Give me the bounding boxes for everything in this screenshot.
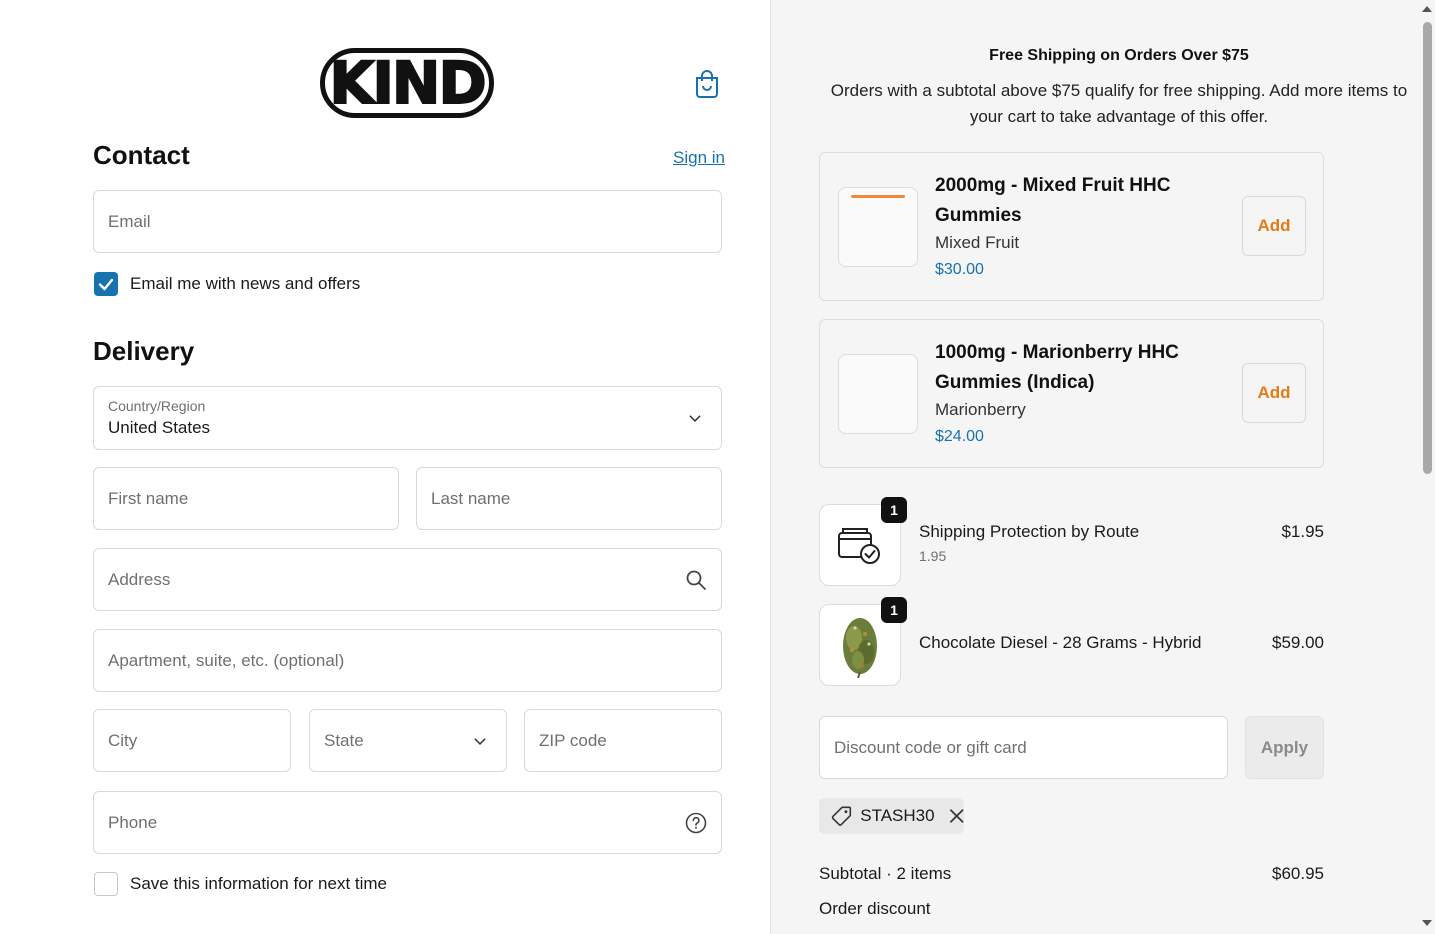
scrollbar[interactable] <box>1419 0 1435 934</box>
cannabis-bud-image <box>843 618 877 679</box>
tag-icon <box>831 806 852 826</box>
save-info-checkbox[interactable] <box>94 872 118 896</box>
package-check-icon <box>838 528 880 564</box>
save-info-label[interactable]: Save this information for next time <box>130 874 387 894</box>
upsell-card: 1000mg - Marionberry HHC Gummies (Indica… <box>819 319 1324 468</box>
subtotal-label: Subtotal · 2 items <box>819 864 952 883</box>
discount-placeholder: Discount code or gift card <box>834 737 1027 757</box>
subtotal-value: $60.95 <box>1272 864 1324 883</box>
chevron-down-icon <box>689 415 701 422</box>
zip-placeholder: ZIP code <box>539 730 607 750</box>
quantity-badge: 1 <box>881 597 907 623</box>
promo-description: Orders with a subtotal above $75 qualify… <box>830 81 1408 126</box>
upsell-product-image <box>838 354 918 434</box>
apply-discount-button[interactable]: Apply <box>1245 716 1324 779</box>
city-placeholder: City <box>108 730 138 750</box>
country-select[interactable]: Country/Region United States <box>93 386 722 450</box>
subtotal-row: Subtotal · 2 items $60.95 <box>819 864 1324 884</box>
scroll-down-arrow[interactable] <box>1422 920 1432 926</box>
upsell-product-price: $30.00 <box>935 261 984 278</box>
contact-heading: Contact <box>93 140 190 170</box>
line-item: 1 Chocolate Diesel - 28 Grams - Hybrid $… <box>819 597 1324 686</box>
add-upsell-button[interactable]: Add <box>1242 363 1306 423</box>
scrollbar-thumb[interactable] <box>1423 22 1432 474</box>
upsell-card: 2000mg - Mixed Fruit HHC Gummies Mixed F… <box>819 152 1324 301</box>
last-name-field[interactable]: Last name <box>416 467 722 530</box>
upsell-product-price: $24.00 <box>935 428 984 445</box>
applied-discount-code: STASH30 <box>860 806 935 825</box>
scroll-up-arrow[interactable] <box>1422 6 1432 12</box>
checkmark-icon <box>98 278 114 291</box>
line-item-price: $59.00 <box>1272 633 1324 652</box>
order-discount-row: Order discount <box>819 899 1324 919</box>
line-item-name: Shipping Protection by Route <box>919 522 1140 541</box>
zip-field[interactable]: ZIP code <box>524 709 722 772</box>
address-placeholder: Address <box>108 569 171 589</box>
state-select[interactable]: State <box>309 709 507 772</box>
upsell-product-image <box>838 187 918 267</box>
country-label: Country/Region <box>108 398 206 414</box>
first-name-placeholder: First name <box>108 488 189 508</box>
upsell-product-variant: Marionberry <box>935 400 1026 419</box>
first-name-field[interactable]: First name <box>93 467 399 530</box>
upsell-product-name: 1000mg - Marionberry HHC Gummies (Indica… <box>935 342 1179 393</box>
line-item-name: Chocolate Diesel - 28 Grams - Hybrid <box>919 633 1202 652</box>
shopping-bag-icon[interactable] <box>694 70 720 98</box>
news-checkbox-label[interactable]: Email me with news and offers <box>130 274 360 294</box>
upsell-product-name: 2000mg - Mixed Fruit HHC Gummies <box>935 175 1171 226</box>
phone-placeholder: Phone <box>108 812 158 832</box>
country-value: United States <box>108 418 211 437</box>
order-discount-label: Order discount <box>819 899 931 918</box>
quantity-badge: 1 <box>881 497 907 523</box>
news-checkbox[interactable] <box>94 272 118 296</box>
email-field[interactable]: Email <box>93 190 722 253</box>
city-field[interactable]: City <box>93 709 291 772</box>
email-placeholder: Email <box>108 211 151 231</box>
add-upsell-button[interactable]: Add <box>1242 196 1306 256</box>
chevron-down-icon <box>474 737 486 745</box>
state-placeholder: State <box>324 730 364 750</box>
search-icon <box>686 570 706 590</box>
store-logo[interactable]: KIND <box>320 48 494 118</box>
line-item-price: $1.95 <box>1281 522 1324 541</box>
promo-title: Free Shipping on Orders Over $75 <box>989 47 1249 64</box>
phone-field[interactable]: Phone <box>93 791 722 854</box>
upsell-product-variant: Mixed Fruit <box>935 233 1020 252</box>
order-summary-panel: Free Shipping on Orders Over $75 Orders … <box>770 0 1435 934</box>
logo-text: KIND <box>328 48 487 118</box>
address-field[interactable]: Address <box>93 548 722 611</box>
discount-code-input[interactable]: Discount code or gift card <box>819 716 1228 779</box>
delivery-heading: Delivery <box>93 336 195 366</box>
applied-discount-tag: STASH30 <box>819 798 964 834</box>
apartment-field[interactable]: Apartment, suite, etc. (optional) <box>93 629 722 692</box>
checkout-form-panel: KIND Contact Sign in Email Email me with… <box>0 0 770 934</box>
apartment-placeholder: Apartment, suite, etc. (optional) <box>108 650 345 670</box>
line-item-subtitle: 1.95 <box>919 548 947 564</box>
sign-in-link[interactable]: Sign in <box>673 148 725 168</box>
help-circle-icon[interactable] <box>685 812 707 834</box>
close-icon[interactable] <box>949 808 964 824</box>
last-name-placeholder: Last name <box>431 488 511 508</box>
line-item: 1 Shipping Protection by Route 1.95 $1.9… <box>819 497 1324 586</box>
